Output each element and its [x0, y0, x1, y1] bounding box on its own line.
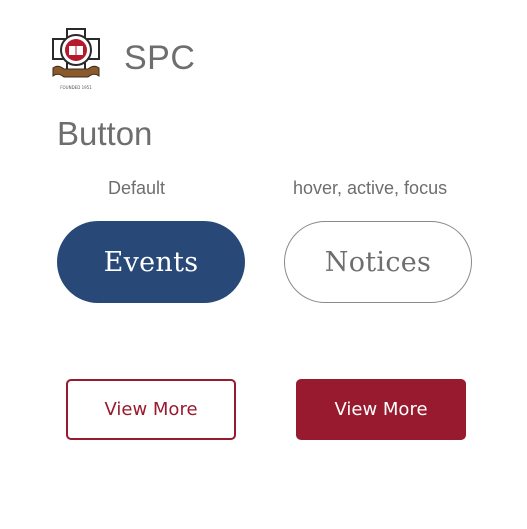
view-more-filled-label: View More: [334, 399, 428, 420]
events-button-label: Events: [103, 246, 199, 278]
events-button[interactable]: Events: [57, 221, 245, 303]
school-crest-logo: FOUNDED 1951: [50, 26, 102, 92]
logo-caption: FOUNDED 1951: [60, 85, 92, 90]
brand-name: SPC: [124, 39, 196, 77]
notices-button-label: Notices: [324, 246, 432, 278]
state-label-hover: hover, active, focus: [293, 178, 448, 198]
view-more-filled-button[interactable]: View More: [296, 379, 466, 440]
view-more-outline-label: View More: [104, 399, 198, 420]
state-label-default: Default: [108, 178, 166, 198]
view-more-outline-button[interactable]: View More: [66, 379, 236, 440]
section-title: Button: [57, 115, 153, 152]
notices-button[interactable]: Notices: [284, 221, 472, 303]
